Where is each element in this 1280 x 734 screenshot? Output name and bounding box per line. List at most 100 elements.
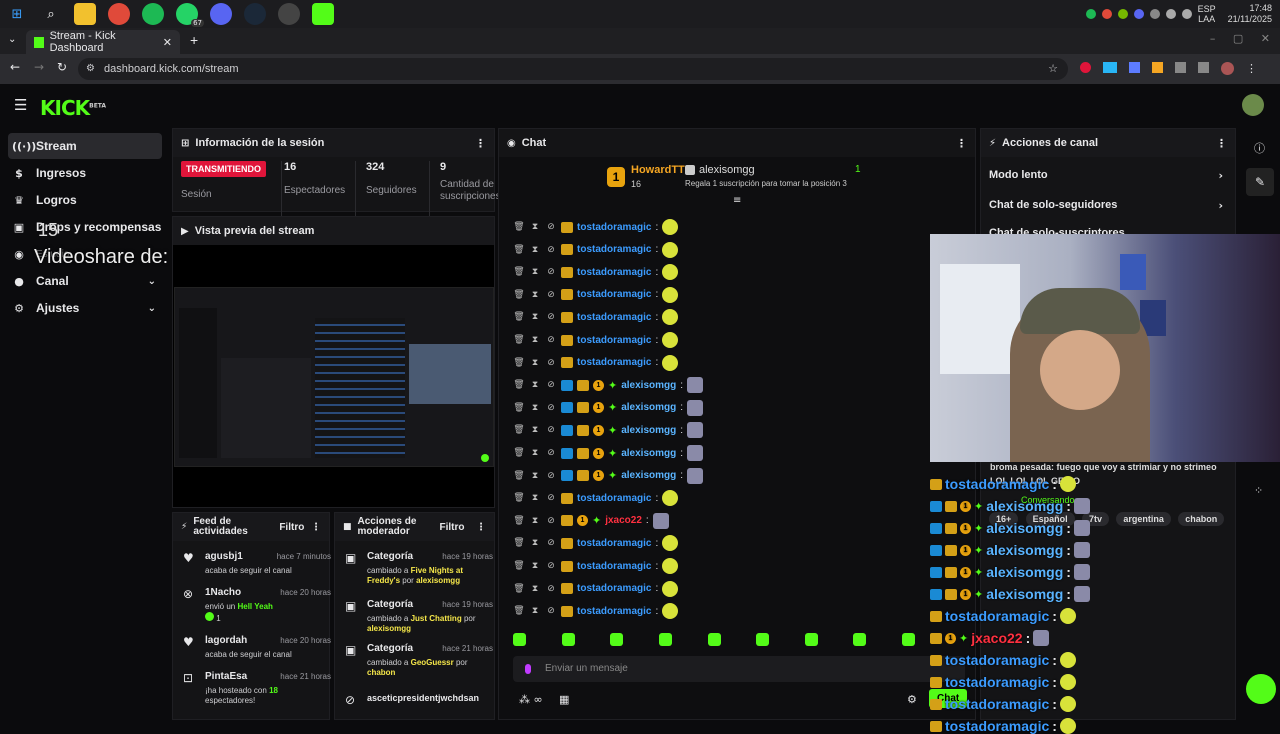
timeout-icon[interactable]: ⧗	[529, 425, 541, 435]
sidebar-item-ajustes[interactable]: ⚙ Ajustes ⌄	[8, 295, 162, 321]
site-info-icon[interactable]: ⚙	[86, 58, 95, 80]
forward-icon[interactable]: →	[34, 60, 44, 74]
pinned-toggle-icon[interactable]: ≡	[733, 195, 741, 206]
chat-username[interactable]: tostadoramagic	[577, 538, 651, 549]
ban-icon[interactable]: ⊘	[545, 425, 557, 435]
volume-icon[interactable]	[1181, 9, 1192, 19]
ban-icon[interactable]: ⊘	[545, 448, 557, 458]
trash-icon[interactable]: 🗑	[513, 448, 525, 458]
ban-icon[interactable]: ⊘	[545, 561, 557, 571]
ban-icon[interactable]: ⊘	[545, 584, 557, 594]
sidebar-item-drops[interactable]: ▣ Drops y recompensas	[8, 214, 162, 240]
trash-icon[interactable]: 🗑	[513, 425, 525, 435]
quick-emote-icon[interactable]	[658, 633, 672, 646]
kebab-menu-icon[interactable]: ⋮	[956, 137, 967, 150]
timeout-icon[interactable]: ⧗	[529, 516, 541, 526]
chat-username[interactable]: tostadoramagic	[577, 606, 651, 617]
quick-emote-icon[interactable]	[756, 633, 770, 646]
chat-emote[interactable]	[687, 399, 704, 416]
timeout-icon[interactable]: ⧗	[529, 471, 541, 481]
trash-icon[interactable]: 🗑	[513, 584, 525, 594]
trash-icon[interactable]: 🗑	[513, 561, 525, 571]
trash-icon[interactable]: 🗑	[513, 335, 525, 345]
quick-emote-icon[interactable]	[707, 633, 721, 646]
gift-prompt[interactable]: Regala 1 suscripción para tomar la posic…	[685, 179, 847, 188]
ban-icon[interactable]: ⊘	[545, 312, 557, 322]
kebab-menu-icon[interactable]: ⋮	[475, 137, 486, 150]
chat-emote[interactable]	[687, 467, 704, 484]
timeout-icon[interactable]: ⧗	[529, 245, 541, 255]
chat-username[interactable]: alexisomgg	[621, 470, 676, 481]
store-icon[interactable]: ▦	[559, 693, 569, 706]
chat-username[interactable]: tostadoramagic	[577, 493, 651, 504]
timeout-icon[interactable]: ⧗	[529, 606, 541, 616]
ban-icon[interactable]: ⊘	[545, 471, 557, 481]
ban-icon[interactable]: ⊘	[545, 267, 557, 277]
record-tray-icon[interactable]	[1101, 9, 1112, 19]
timeout-icon[interactable]: ⧗	[529, 538, 541, 548]
chat-emote[interactable]	[662, 286, 679, 303]
ban-icon[interactable]: ⊘	[545, 516, 557, 526]
chat-username[interactable]: tostadoramagic	[577, 312, 651, 323]
chat-username[interactable]: alexisomgg	[621, 448, 676, 459]
minimize-icon[interactable]: –	[1210, 32, 1216, 45]
chat-username[interactable]: tostadoramagic	[577, 289, 651, 300]
chat-emote[interactable]	[662, 264, 679, 281]
sidebar-item-stream[interactable]: ((·)) Stream	[8, 133, 162, 159]
mod-user[interactable]: alexisomgg	[367, 624, 411, 633]
timeout-icon[interactable]: ⧗	[529, 312, 541, 322]
mod-user[interactable]: chabon	[367, 668, 395, 677]
chat-emote[interactable]	[662, 309, 679, 326]
sidebar-item-logros[interactable]: ♛ Logros	[8, 187, 162, 213]
search-icon[interactable]: ⌕	[40, 3, 62, 25]
ban-icon[interactable]: ⊘	[545, 290, 557, 300]
chrome-icon[interactable]	[108, 3, 130, 25]
chat-emote[interactable]	[687, 377, 704, 394]
chat-emote[interactable]	[662, 535, 679, 552]
clock[interactable]: 17:48 21/11/2025	[1228, 3, 1272, 25]
close-window-icon[interactable]: ✕	[1261, 32, 1270, 45]
quick-emote-icon[interactable]	[513, 633, 526, 646]
quick-emote-icon[interactable]	[610, 633, 624, 646]
quick-emote-icon[interactable]	[561, 633, 575, 646]
chat-username[interactable]: tostadoramagic	[577, 267, 651, 278]
mod-user[interactable]: alexisomgg	[416, 576, 460, 585]
timeout-icon[interactable]: ⧗	[529, 448, 541, 458]
tab-list-chevron-icon[interactable]: ⌄	[8, 34, 16, 45]
tag-pill[interactable]: chabon	[1178, 512, 1225, 526]
trash-icon[interactable]: 🗑	[513, 358, 525, 368]
timeout-icon[interactable]: ⧗	[529, 380, 541, 390]
trash-icon[interactable]: 🗑	[513, 403, 525, 413]
chat-emote[interactable]	[687, 422, 704, 439]
extension-wave-icon[interactable]	[1129, 62, 1140, 73]
timeout-icon[interactable]: ⧗	[529, 584, 541, 594]
feed-filter-button[interactable]: Filtro	[279, 522, 304, 533]
quick-emote-icon[interactable]	[804, 633, 818, 646]
chat-emote[interactable]	[662, 580, 679, 597]
chat-emote[interactable]	[662, 603, 679, 620]
reload-icon[interactable]: ↻	[57, 60, 67, 74]
spotify-icon[interactable]	[142, 3, 164, 25]
followers-only-row[interactable]: Chat de solo-seguidores ›	[989, 199, 1227, 212]
ban-icon[interactable]: ⊘	[545, 222, 557, 232]
chat-settings-icon[interactable]: ⚙	[907, 693, 917, 706]
chat-emote[interactable]	[662, 490, 679, 507]
trash-icon[interactable]: 🗑	[513, 267, 525, 277]
chat-emote[interactable]	[687, 445, 704, 461]
chat-input[interactable]: Enviar un mensaje	[513, 656, 965, 682]
trash-icon[interactable]: 🗑	[513, 245, 525, 255]
ban-icon[interactable]: ⊘	[545, 358, 557, 368]
emote-picker-icon[interactable]: ⁂ ∞	[519, 693, 543, 706]
ban-icon[interactable]: ⊘	[545, 245, 557, 255]
sidebar-item-ingresos[interactable]: $ Ingresos	[8, 160, 162, 186]
tag-pill[interactable]: argentina	[1116, 512, 1171, 526]
ban-icon[interactable]: ⊘	[545, 493, 557, 503]
file-explorer-icon[interactable]	[74, 3, 96, 25]
support-chat-icon[interactable]	[1246, 674, 1276, 704]
browser-menu-icon[interactable]: ⋮	[1246, 62, 1257, 75]
sidebar-item-canal[interactable]: ● Canal ⌄	[8, 268, 162, 294]
trash-icon[interactable]: 🗑	[513, 516, 525, 526]
extension-7tv-icon[interactable]	[1103, 62, 1117, 73]
discord-icon[interactable]	[210, 3, 232, 25]
mod-filter-button[interactable]: Filtro	[440, 522, 465, 533]
